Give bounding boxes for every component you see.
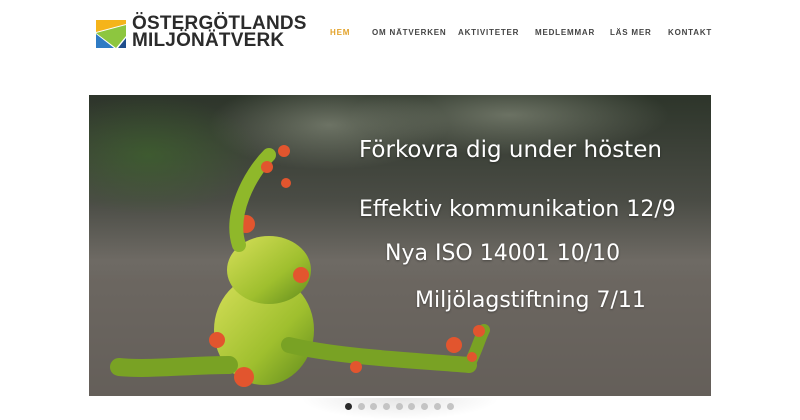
nav-item-aktiviteter[interactable]: AKTIVITETER: [458, 28, 519, 37]
pager-dot-4[interactable]: [383, 403, 391, 410]
pager-dot-7[interactable]: [421, 403, 429, 410]
logo-mark-icon: [96, 20, 126, 48]
pager-dot-1[interactable]: [345, 403, 352, 410]
pager-dot-2[interactable]: [357, 403, 365, 410]
slider-pager: [0, 398, 800, 420]
slider-event-1: Effektiv kommunikation 12/9: [359, 197, 676, 222]
slider-event-2: Nya ISO 14001 10/10: [385, 241, 621, 266]
nav-item-las-mer[interactable]: LÄS MER: [610, 28, 652, 37]
slider-event-3: Miljölagstiftning 7/11: [415, 288, 646, 313]
pager-dot-8[interactable]: [433, 403, 441, 410]
pager-dots: [345, 403, 459, 410]
site-header: ÖSTERGÖTLANDS MILJÖNÄTVERK HEM OM NÄTVER…: [0, 0, 800, 70]
nav-item-om-natverken[interactable]: OM NÄTVERKEN: [372, 28, 447, 37]
hero-slider[interactable]: Förkovra dig under hösten Effektiv kommu…: [89, 95, 711, 396]
logo-text: ÖSTERGÖTLANDS MILJÖNÄTVERK: [132, 14, 307, 51]
nav-item-kontakt[interactable]: KONTAKT: [668, 28, 712, 37]
logo-line-2: MILJÖNÄTVERK: [132, 30, 285, 51]
nav-item-hem[interactable]: HEM: [330, 28, 350, 37]
site-logo[interactable]: ÖSTERGÖTLANDS MILJÖNÄTVERK: [92, 14, 307, 50]
nav-item-medlemmar[interactable]: MEDLEMMAR: [535, 28, 595, 37]
pager-dot-3[interactable]: [370, 403, 378, 410]
pager-dot-5[interactable]: [395, 403, 403, 410]
pager-dot-6[interactable]: [408, 403, 416, 410]
slider-headline: Förkovra dig under hösten: [359, 137, 662, 163]
pager-dot-9[interactable]: [446, 403, 454, 410]
